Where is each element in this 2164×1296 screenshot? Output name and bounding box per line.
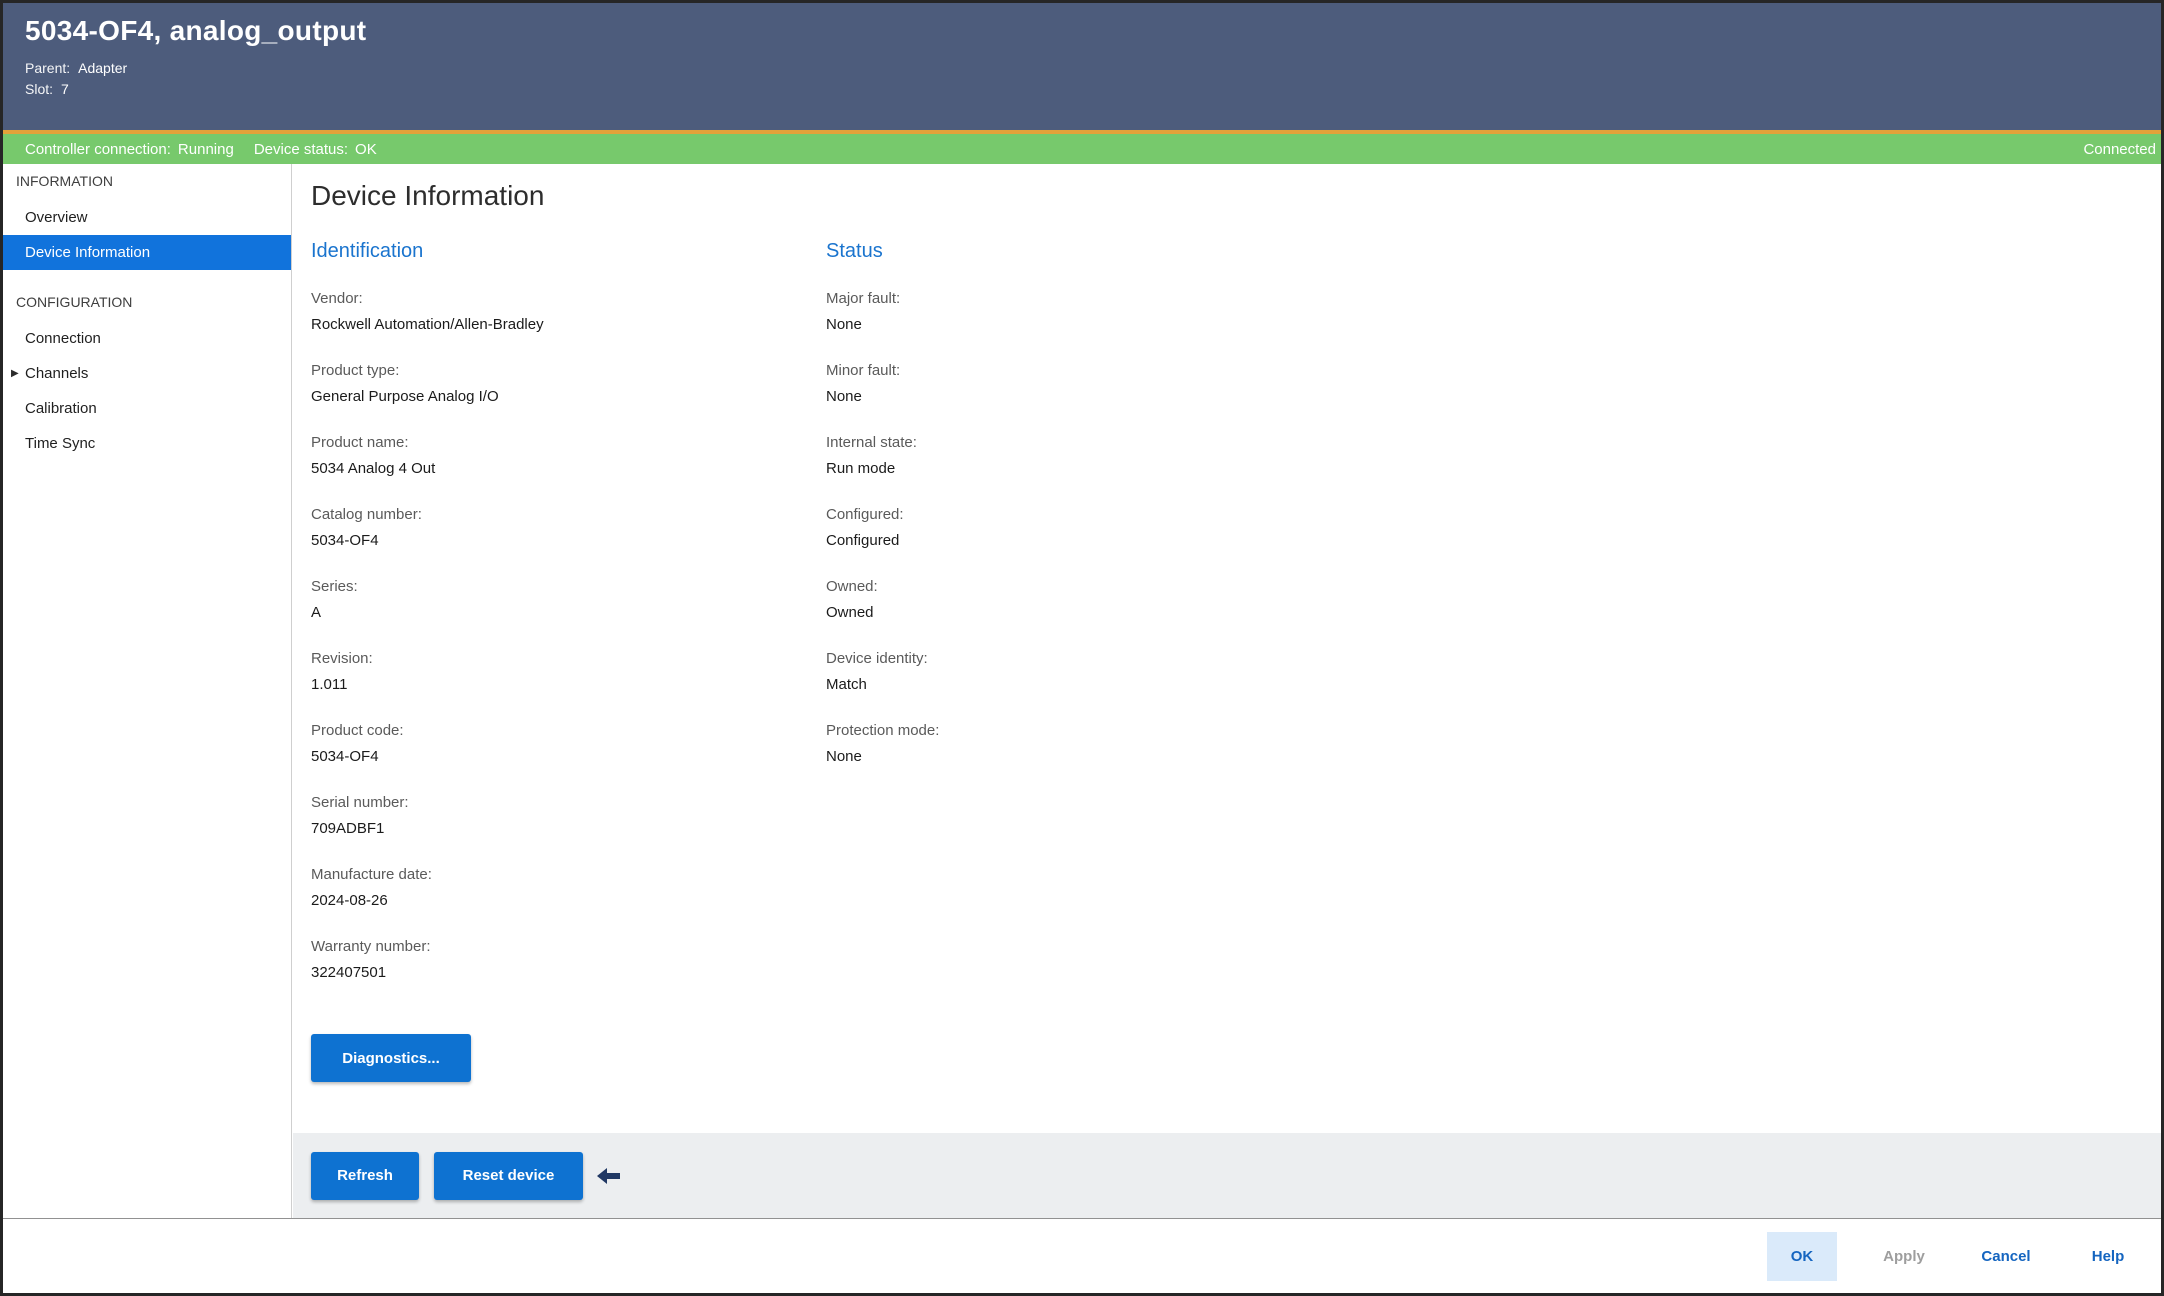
field-configured: Configured: Configured (826, 505, 1586, 550)
warranty-number-label: Warranty number: (311, 938, 431, 955)
cancel-button[interactable]: Cancel (1971, 1232, 2041, 1281)
manufacture-date-label: Manufacture date: (311, 866, 432, 883)
field-major-fault: Major fault: None (826, 289, 1586, 334)
major-fault-label: Major fault: (826, 290, 901, 307)
series-label: Series: (311, 578, 358, 595)
controller-connection-value: Running (177, 140, 234, 158)
dialog-footer: OK Apply Cancel Help (3, 1218, 2161, 1293)
vendor-value: Rockwell Automation/Allen-Bradley (311, 316, 544, 333)
ok-button[interactable]: OK (1767, 1231, 1837, 1281)
slot-label: Slot: (25, 81, 54, 97)
refresh-button[interactable]: Refresh (311, 1151, 419, 1200)
reset-device-button[interactable]: Reset device (434, 1151, 583, 1200)
controller-connection-status: Controller connection: Running (25, 141, 234, 158)
field-manufacture-date: Manufacture date: 2024-08-26 (311, 865, 826, 910)
configured-value: Configured (826, 532, 900, 549)
minor-fault-value: None (826, 388, 862, 405)
product-type-value: General Purpose Analog I/O (311, 388, 499, 405)
identification-heading: Identification (311, 240, 424, 262)
field-protection-mode: Protection mode: None (826, 721, 1586, 766)
configured-label: Configured: (826, 506, 904, 523)
sidebar-item-time-sync[interactable]: Time Sync (3, 426, 291, 461)
manufacture-date-value: 2024-08-26 (311, 892, 388, 909)
series-value: A (311, 604, 322, 621)
main-content: Device Information Identification Vendor… (293, 164, 2161, 1218)
apply-button[interactable]: Apply (1869, 1232, 1939, 1281)
warranty-number-value: 322407501 (311, 964, 387, 981)
device-status-label: Device status: (253, 140, 349, 158)
product-name-value: 5034 Analog 4 Out (311, 460, 436, 477)
major-fault-value: None (826, 316, 862, 333)
sidebar-section-configuration: CONFIGURATION (16, 294, 133, 310)
device-profile-dialog: 5034-OF4, analog_output Parent: Adapter … (0, 0, 2164, 1296)
field-vendor: Vendor: Rockwell Automation/Allen-Bradle… (311, 289, 826, 334)
field-catalog-number: Catalog number: 5034-OF4 (311, 505, 826, 550)
revision-label: Revision: (311, 650, 373, 667)
field-warranty-number: Warranty number: 322407501 (311, 937, 826, 982)
controller-connection-label: Controller connection: (25, 140, 171, 158)
sidebar-section-information: INFORMATION (16, 173, 113, 189)
sidebar-nav: INFORMATION Overview Device Information … (3, 164, 292, 1218)
status-section: Status Major fault: None Minor fault: No… (826, 240, 1586, 1082)
vendor-label: Vendor: (311, 290, 363, 307)
owned-label: Owned: (826, 578, 878, 595)
page-title: Device Information (311, 180, 545, 211)
sidebar-item-overview[interactable]: Overview (3, 200, 291, 235)
status-heading: Status (826, 240, 883, 262)
catalog-number-label: Catalog number: (311, 506, 422, 523)
field-serial-number: Serial number: 709ADBF1 (311, 793, 826, 838)
field-minor-fault: Minor fault: None (826, 361, 1586, 406)
protection-mode-label: Protection mode: (826, 722, 940, 739)
device-identity-label: Device identity: (826, 650, 928, 667)
help-button[interactable]: Help (2073, 1232, 2143, 1281)
parent-label: Parent: (25, 60, 71, 76)
field-product-code: Product code: 5034-OF4 (311, 721, 826, 766)
slot-row: Slot: 7 (25, 79, 2161, 100)
sidebar-item-connection[interactable]: Connection (3, 321, 291, 356)
internal-state-value: Run mode (826, 460, 896, 477)
product-code-label: Product code: (311, 722, 404, 739)
field-product-name: Product name: 5034 Analog 4 Out (311, 433, 826, 478)
sidebar-item-channels-label: Channels (25, 365, 89, 382)
slot-value: 7 (61, 81, 69, 97)
identification-section: Identification Vendor: Rockwell Automati… (311, 240, 826, 1082)
field-revision: Revision: 1.011 (311, 649, 826, 694)
field-internal-state: Internal state: Run mode (826, 433, 1586, 478)
sidebar-item-calibration[interactable]: Calibration (3, 391, 291, 426)
revision-value: 1.011 (311, 676, 348, 693)
left-arrow-annotation-icon (597, 1167, 621, 1184)
parent-row: Parent: Adapter (25, 58, 2161, 79)
product-type-label: Product type: (311, 362, 400, 379)
device-status: Device status: OK (254, 141, 377, 158)
connected-badge: Connected (2083, 140, 2156, 158)
owned-value: Owned (826, 604, 874, 621)
sidebar-item-device-information[interactable]: Device Information (3, 235, 291, 270)
product-code-value: 5034-OF4 (311, 748, 379, 765)
field-device-identity: Device identity: Match (826, 649, 1586, 694)
dialog-header: 5034-OF4, analog_output Parent: Adapter … (3, 3, 2161, 130)
parent-value: Adapter (78, 60, 128, 76)
internal-state-label: Internal state: (826, 434, 917, 451)
catalog-number-value: 5034-OF4 (311, 532, 379, 549)
minor-fault-label: Minor fault: (826, 362, 901, 379)
protection-mode-value: None (826, 748, 862, 765)
action-bar: Refresh Reset device (293, 1133, 2161, 1218)
serial-number-label: Serial number: (311, 794, 409, 811)
sidebar-item-channels[interactable]: ▶ Channels (3, 356, 291, 391)
field-series: Series: A (311, 577, 826, 622)
device-status-value: OK (355, 140, 377, 158)
device-title: 5034-OF4, analog_output (25, 15, 367, 46)
device-identity-value: Match (826, 676, 867, 693)
field-owned: Owned: Owned (826, 577, 1586, 622)
diagnostics-button[interactable]: Diagnostics... (311, 1034, 471, 1082)
product-name-label: Product name: (311, 434, 409, 451)
field-product-type: Product type: General Purpose Analog I/O (311, 361, 826, 406)
serial-number-value: 709ADBF1 (311, 820, 385, 837)
channels-expand-triangle-icon[interactable]: ▶ (11, 368, 19, 379)
connection-status-bar: Controller connection: Running Device st… (3, 134, 2161, 164)
